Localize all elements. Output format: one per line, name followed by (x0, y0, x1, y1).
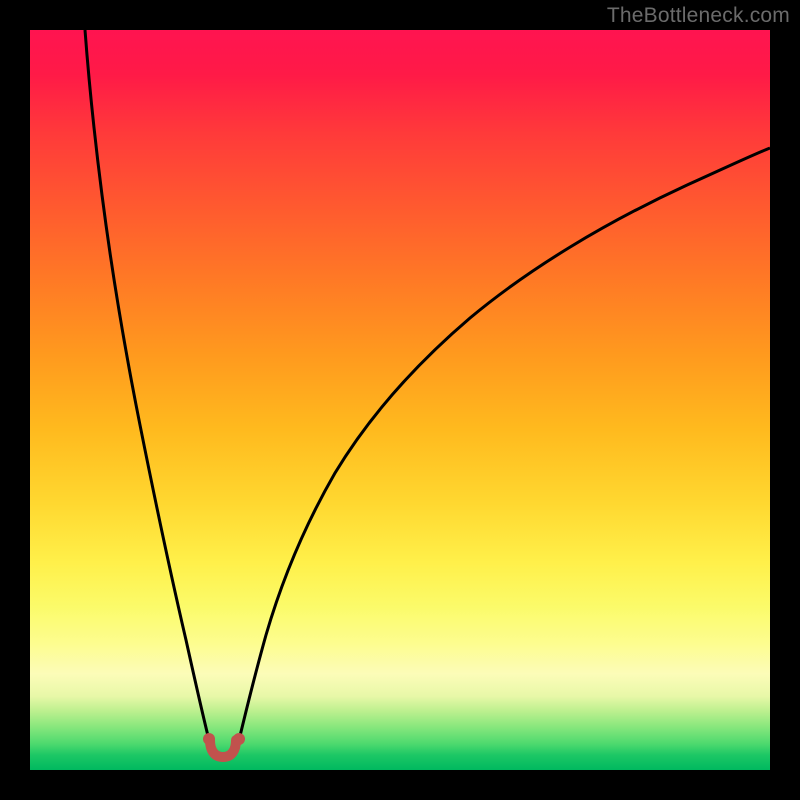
plot-area (30, 30, 770, 770)
valley-marker-dot-left (203, 733, 215, 745)
curve-left-branch (85, 30, 209, 740)
curve-layer (30, 30, 770, 770)
chart-frame: TheBottleneck.com (0, 0, 800, 800)
watermark-text: TheBottleneck.com (607, 4, 790, 28)
valley-marker-dot-right (233, 733, 245, 745)
curve-right-branch (239, 148, 770, 740)
valley-u-marker (210, 740, 236, 757)
